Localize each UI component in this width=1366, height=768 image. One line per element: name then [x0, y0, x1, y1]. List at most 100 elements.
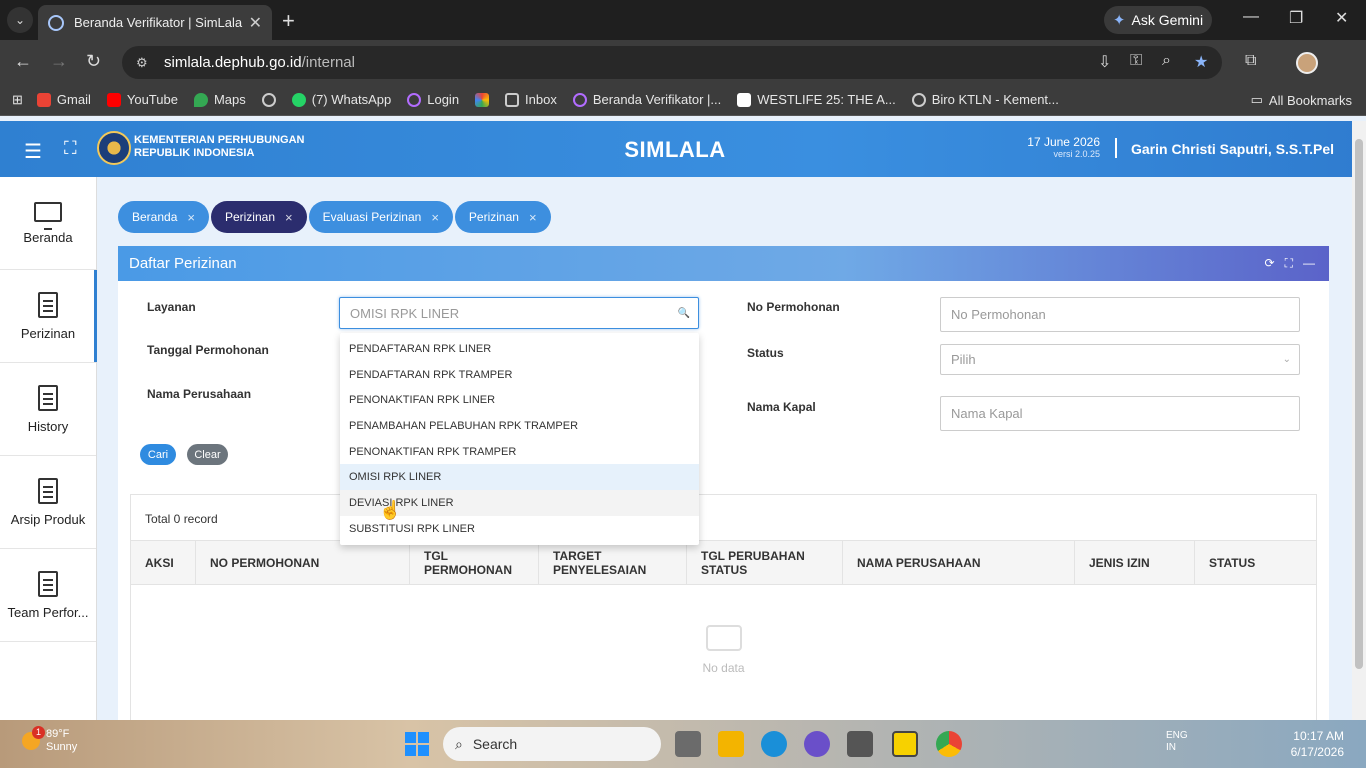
- simlala-icon: [572, 92, 587, 107]
- browser-tab-strip: ⌄ Beranda Verifikator | SimLala ✕ + ✦ As…: [0, 0, 1366, 40]
- extensions-icon[interactable]: ⧉: [1245, 52, 1256, 70]
- bookmark-gmail[interactable]: Gmail: [36, 92, 91, 107]
- bookmark-globe[interactable]: [261, 92, 276, 107]
- status-select[interactable]: Pilih ⌄: [940, 344, 1300, 375]
- close-icon[interactable]: ×: [529, 210, 537, 225]
- clock[interactable]: 10:17 AM 6/17/2026: [1291, 728, 1344, 760]
- dropdown-option[interactable]: PENONAKTIFAN RPK TRAMPER: [340, 439, 699, 465]
- file-explorer-icon[interactable]: [718, 731, 744, 757]
- col-no-permohonan: NO PERMOHONAN: [196, 541, 410, 584]
- dropdown-option[interactable]: PENAMBAHAN PELABUHAN RPK TRAMPER: [340, 413, 699, 439]
- taskbar-search[interactable]: ⌕ Search: [443, 727, 661, 761]
- dropdown-option[interactable]: PENONAKTIFAN RPK LINER: [340, 387, 699, 413]
- copilot-icon[interactable]: [804, 731, 830, 757]
- westlife-icon: [737, 92, 752, 107]
- windows-start-icon[interactable]: [405, 732, 429, 756]
- no-permohonan-input[interactable]: No Permohonan: [940, 297, 1300, 332]
- browser-tab-active[interactable]: Beranda Verifikator | SimLala ✕: [38, 5, 272, 40]
- clear-button[interactable]: Clear: [187, 444, 228, 465]
- layanan-select[interactable]: OMISI RPK LINER 🔍: [339, 297, 699, 329]
- label-no-permohonan: No Permohonan: [747, 300, 840, 314]
- bookmark-pinwheel[interactable]: [475, 92, 490, 107]
- close-window-icon[interactable]: ✕: [1335, 8, 1348, 28]
- cari-button[interactable]: Cari: [140, 444, 176, 465]
- minimize-icon[interactable]: —: [1243, 8, 1259, 26]
- url-path: /internal: [301, 54, 355, 71]
- bookmark-youtube[interactable]: YouTube: [106, 92, 178, 107]
- label-nama-perusahaan: Nama Perusahaan: [147, 387, 252, 401]
- col-nama-perusahaan: NAMA PERUSAHAAN: [843, 541, 1075, 584]
- site-info-icon[interactable]: ⚙: [136, 55, 152, 71]
- empty-state: No data: [131, 625, 1316, 675]
- close-icon[interactable]: ×: [285, 210, 293, 225]
- refresh-icon[interactable]: ⟳: [1265, 256, 1275, 271]
- close-icon[interactable]: ×: [431, 210, 439, 225]
- col-jenis-izin: JENIS IZIN: [1075, 541, 1195, 584]
- bookmark-maps[interactable]: Maps: [193, 92, 246, 107]
- profile-avatar[interactable]: [1296, 52, 1318, 74]
- sidebar-item-team-performance[interactable]: Team Perfor...: [0, 549, 96, 642]
- all-bookmarks-button[interactable]: ▭ All Bookmarks: [1251, 92, 1352, 108]
- bookmark-biro-ktln[interactable]: Biro KTLN - Kement...: [911, 92, 1059, 107]
- bookmark-login[interactable]: Login: [407, 92, 459, 107]
- app-version: versi 2.0.25: [1053, 149, 1100, 159]
- url-host: simlala.dephub.go.id: [164, 54, 302, 71]
- nama-kapal-input[interactable]: Nama Kapal: [940, 396, 1300, 431]
- tab-search-dropdown-icon[interactable]: ⌄: [7, 7, 33, 33]
- dropdown-option[interactable]: PENDAFTARAN RPK LINER: [340, 336, 699, 362]
- new-tab-icon[interactable]: +: [282, 8, 295, 34]
- user-name[interactable]: Garin Christi Saputri, S.S.T.Pel: [1131, 141, 1334, 157]
- collapse-icon[interactable]: —: [1303, 256, 1315, 271]
- app-header: ☰ ⛶ KEMENTERIAN PERHUBUNGAN REPUBLIK IND…: [0, 121, 1366, 177]
- scrollbar-thumb[interactable]: [1355, 139, 1363, 669]
- layanan-value: OMISI RPK LINER: [350, 305, 460, 321]
- weather-widget[interactable]: 1 89°F Sunny: [22, 726, 77, 754]
- sidebar-item-beranda[interactable]: Beranda: [0, 177, 96, 270]
- camera-icon[interactable]: [847, 731, 873, 757]
- dropdown-option-selected[interactable]: OMISI RPK LINER: [340, 464, 699, 491]
- bookmark-whatsapp[interactable]: (7) WhatsApp: [291, 92, 391, 107]
- card-title: Daftar Perizinan: [129, 255, 237, 272]
- task-view-icon[interactable]: [675, 731, 701, 757]
- back-icon[interactable]: ←: [14, 51, 32, 72]
- bookmark-star-icon[interactable]: ★: [1194, 52, 1208, 72]
- edge-icon[interactable]: [761, 731, 787, 757]
- expand-icon[interactable]: ⛶: [1285, 256, 1293, 271]
- url-input[interactable]: ⚙ simlala.dephub.go.id/internal: [122, 46, 1222, 79]
- chrome-icon[interactable]: [936, 731, 962, 757]
- bookmark-westlife[interactable]: WESTLIFE 25: THE A...: [737, 92, 896, 107]
- language-indicator[interactable]: ENG IN: [1166, 730, 1188, 754]
- reload-icon[interactable]: ↻: [86, 51, 101, 72]
- password-key-icon[interactable]: ⚿: [1130, 52, 1142, 70]
- results-table: Total 0 record AKSI NO PERMOHONAN TGL PE…: [130, 494, 1317, 724]
- sticky-notes-icon[interactable]: [892, 731, 918, 757]
- inbox-icon: [505, 92, 520, 107]
- document-icon: [38, 570, 58, 597]
- document-icon: [38, 477, 58, 504]
- zoom-icon[interactable]: ⌕: [1162, 52, 1171, 70]
- bookmark-inbox[interactable]: Inbox: [505, 92, 557, 107]
- bookmark-beranda-verifikator[interactable]: Beranda Verifikator |...: [572, 92, 721, 107]
- bookmarks-bar: ⊞ Gmail YouTube Maps (7) WhatsApp Login …: [0, 84, 1366, 116]
- tab-perizinan-active[interactable]: Perizinan ×: [210, 201, 307, 233]
- restore-icon[interactable]: ❐: [1289, 8, 1303, 28]
- sidebar-item-perizinan[interactable]: Perizinan: [0, 270, 97, 363]
- forward-icon[interactable]: →: [50, 51, 68, 72]
- close-icon[interactable]: ×: [187, 210, 195, 225]
- sidebar-item-history[interactable]: History: [0, 363, 96, 456]
- page-scrollbar[interactable]: [1352, 121, 1366, 720]
- ask-gemini-label: Ask Gemini: [1131, 12, 1204, 28]
- col-tgl-permohonan: TGL PERMOHONAN: [410, 541, 539, 584]
- ask-gemini-button[interactable]: ✦ Ask Gemini: [1104, 6, 1212, 34]
- sidebar-item-arsip-produk[interactable]: Arsip Produk: [0, 456, 96, 549]
- tab-close-icon[interactable]: ✕: [249, 13, 262, 33]
- sidebar-item-label: Team Perfor...: [7, 604, 89, 620]
- tab-evaluasi-perizinan[interactable]: Evaluasi Perizinan ×: [308, 201, 453, 233]
- dropdown-option[interactable]: PENDAFTARAN RPK TRAMPER: [340, 362, 699, 388]
- install-app-icon[interactable]: ⇩: [1098, 52, 1111, 72]
- tab-perizinan[interactable]: Perizinan ×: [454, 201, 551, 233]
- apps-grid-icon[interactable]: ⊞: [12, 92, 23, 108]
- tab-beranda[interactable]: Beranda ×: [118, 201, 209, 233]
- monitor-icon: [34, 201, 62, 230]
- whatsapp-icon: [291, 92, 306, 107]
